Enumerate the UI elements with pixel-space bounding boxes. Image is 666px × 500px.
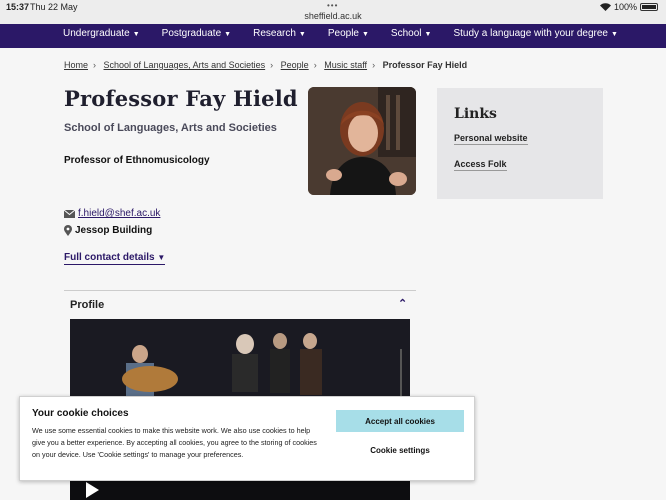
chevron-up-icon[interactable]: ⌃ bbox=[398, 297, 407, 310]
school-name: School of Languages, Arts and Societies bbox=[64, 122, 277, 134]
accept-all-cookies-button[interactable]: Accept all cookies bbox=[336, 410, 464, 432]
link-personal-website[interactable]: Personal website bbox=[454, 133, 528, 145]
breadcrumb-home[interactable]: Home bbox=[64, 60, 88, 70]
breadcrumb-separator-icon: › bbox=[313, 60, 317, 70]
envelope-icon bbox=[64, 209, 75, 218]
status-icons: 100% bbox=[599, 2, 658, 12]
nav-item-school[interactable]: School ▼ bbox=[391, 24, 432, 48]
building-location: Jessop Building bbox=[64, 225, 152, 236]
links-panel: Links Personal website Access Folk bbox=[437, 88, 603, 199]
main-nav: Undergraduate ▼ Postgraduate ▼ Research ▼ P… bbox=[0, 24, 666, 48]
nav-item-undergraduate[interactable]: Undergraduate ▼ bbox=[63, 24, 140, 48]
full-contact-details-link[interactable]: Full contact details ▼ bbox=[64, 252, 166, 265]
job-title: Professor of Ethnomusicology bbox=[64, 155, 210, 166]
status-bar: 15:37 Thu 22 May ••• sheffield.ac.uk 100… bbox=[0, 0, 666, 24]
nav-item-postgraduate[interactable]: Postgraduate ▼ bbox=[162, 24, 231, 48]
breadcrumb-separator-icon: › bbox=[372, 60, 376, 70]
email-link[interactable]: f.hield@shef.ac.uk bbox=[64, 208, 160, 219]
section-divider bbox=[64, 290, 416, 291]
address-bar[interactable]: sheffield.ac.uk bbox=[0, 11, 666, 21]
cookie-settings-button[interactable]: Cookie settings bbox=[336, 442, 464, 458]
cookie-banner: Your cookie choices We use some essentia… bbox=[19, 396, 475, 481]
nav-item-research[interactable]: Research ▼ bbox=[253, 24, 306, 48]
chevron-down-icon: ▼ bbox=[424, 31, 432, 38]
profile-section-heading: Profile bbox=[70, 299, 105, 311]
link-access-folk[interactable]: Access Folk bbox=[454, 159, 507, 171]
chevron-down-icon: ▼ bbox=[361, 31, 369, 38]
breadcrumb-people[interactable]: People bbox=[281, 60, 309, 70]
more-dots-icon[interactable]: ••• bbox=[327, 1, 338, 10]
breadcrumb: Home › School of Languages, Arts and Soci… bbox=[64, 60, 467, 70]
chevron-down-icon: ▼ bbox=[224, 31, 232, 38]
breadcrumb-separator-icon: › bbox=[93, 60, 97, 70]
battery-percent: 100% bbox=[613, 2, 637, 12]
cookie-text: We use some essential cookies to make th… bbox=[32, 426, 317, 459]
breadcrumb-school[interactable]: School of Languages, Arts and Societies bbox=[104, 60, 266, 70]
portrait-image bbox=[308, 87, 416, 195]
breadcrumb-music-staff[interactable]: Music staff bbox=[324, 60, 367, 70]
chevron-down-icon: ▼ bbox=[611, 31, 618, 38]
battery-icon bbox=[640, 3, 658, 11]
cookie-title: Your cookie choices bbox=[32, 408, 129, 419]
nav-item-people[interactable]: People ▼ bbox=[328, 24, 369, 48]
breadcrumb-current: Professor Fay Hield bbox=[382, 60, 468, 70]
chevron-down-icon: ▼ bbox=[132, 31, 140, 38]
breadcrumb-separator-icon: › bbox=[270, 60, 274, 70]
profile-photo bbox=[308, 87, 416, 195]
map-pin-icon bbox=[64, 225, 72, 236]
chevron-down-icon: ▼ bbox=[157, 253, 166, 262]
nav-item-study-language[interactable]: Study a language with your degree ▼ bbox=[453, 24, 618, 48]
links-heading: Links bbox=[454, 106, 497, 122]
page-title: Professor Fay Hield bbox=[64, 86, 298, 111]
wifi-icon bbox=[599, 3, 611, 11]
chevron-down-icon: ▼ bbox=[298, 31, 306, 38]
